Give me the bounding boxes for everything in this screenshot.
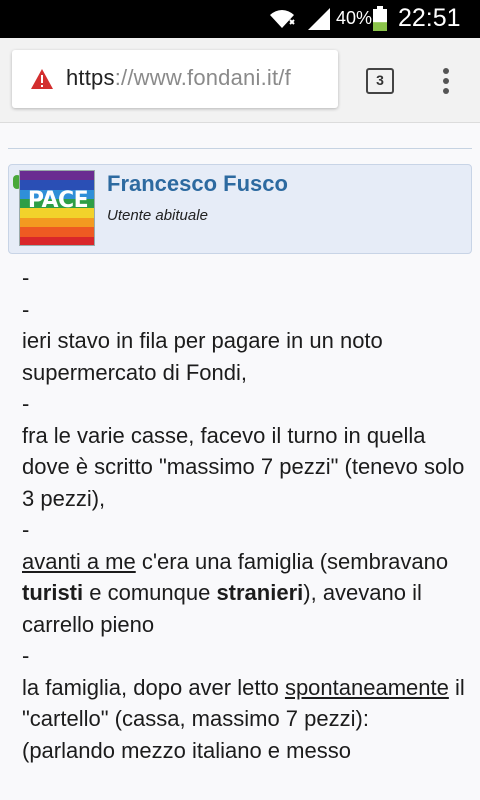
post-line: - xyxy=(22,517,30,542)
post-text: c'era una famiglia (sembravano xyxy=(135,548,449,574)
post-paragraph: avanti a me c'era una famiglia (sembrava… xyxy=(22,546,472,641)
post-line: - xyxy=(22,391,30,416)
bold-text: stranieri xyxy=(216,580,304,605)
post-paragraph: la famiglia, dopo aver letto spontaneame… xyxy=(22,672,472,735)
wifi-icon xyxy=(270,10,295,28)
avatar[interactable]: PACE xyxy=(19,170,95,246)
post-line: (parlando mezzo italiano e messo xyxy=(22,737,351,763)
url-text[interactable]: https://www.fondani.it/f xyxy=(66,65,291,91)
post-line: - xyxy=(22,643,30,668)
battery-icon xyxy=(373,6,387,31)
page-content: PACE Francesco Fusco Utente abituale - -… xyxy=(0,123,480,800)
url-rest: ://www.fondani.it/f xyxy=(114,65,291,90)
underlined-text: spontaneamente xyxy=(284,674,449,700)
username-link[interactable]: Francesco Fusco xyxy=(107,171,288,197)
post-line: ieri stavo in fila per pagare in un noto… xyxy=(22,328,383,385)
post-line: fra le varie casse, facevo il turno in q… xyxy=(22,422,465,511)
warning-icon[interactable] xyxy=(30,68,54,90)
clock: 22:51 xyxy=(398,4,461,32)
bold-text: turisti xyxy=(22,580,84,605)
tab-switcher-button[interactable]: 3 xyxy=(366,68,394,94)
browser-toolbar: https://www.fondani.it/f 3 xyxy=(0,38,480,123)
signal-icon xyxy=(308,8,330,30)
post-author-card: PACE Francesco Fusco Utente abituale xyxy=(8,164,472,254)
url-scheme: https xyxy=(66,65,115,90)
post-text: e comunque xyxy=(83,580,217,605)
underlined-text: avanti a me xyxy=(22,548,136,574)
post-line: - xyxy=(22,265,30,290)
post-text: la famiglia, dopo aver letto xyxy=(22,674,285,700)
user-title: Utente abituale xyxy=(107,207,208,224)
post-line: - xyxy=(22,296,30,322)
status-bar: 40% 22:51 xyxy=(0,0,480,38)
avatar-text: PACE xyxy=(27,188,89,213)
address-bar[interactable]: https://www.fondani.it/f xyxy=(12,50,338,108)
more-vert-icon[interactable] xyxy=(436,64,456,100)
divider xyxy=(8,148,472,149)
battery-percent: 40% xyxy=(336,8,373,28)
post-body: - - ieri stavo in fila per pagare in un … xyxy=(22,262,472,766)
